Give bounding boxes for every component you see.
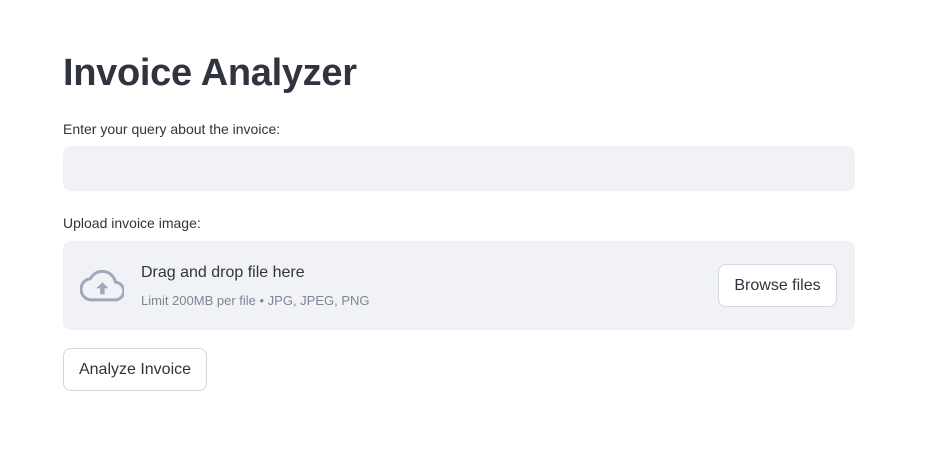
app-container: Invoice Analyzer Enter your query about …	[0, 0, 929, 469]
dropzone-subtitle: Limit 200MB per file • JPG, JPEG, PNG	[141, 293, 370, 308]
dropzone-title: Drag and drop file here	[141, 264, 305, 281]
upload-label: Upload invoice image:	[63, 215, 201, 231]
page-title: Invoice Analyzer	[63, 52, 357, 94]
query-input[interactable]	[63, 146, 855, 191]
analyze-invoice-button[interactable]: Analyze Invoice	[63, 348, 207, 391]
cloud-upload-icon	[80, 269, 124, 302]
browse-files-button[interactable]: Browse files	[718, 264, 837, 307]
query-label: Enter your query about the invoice:	[63, 121, 281, 137]
file-dropzone[interactable]: Drag and drop file here Limit 200MB per …	[63, 241, 855, 330]
